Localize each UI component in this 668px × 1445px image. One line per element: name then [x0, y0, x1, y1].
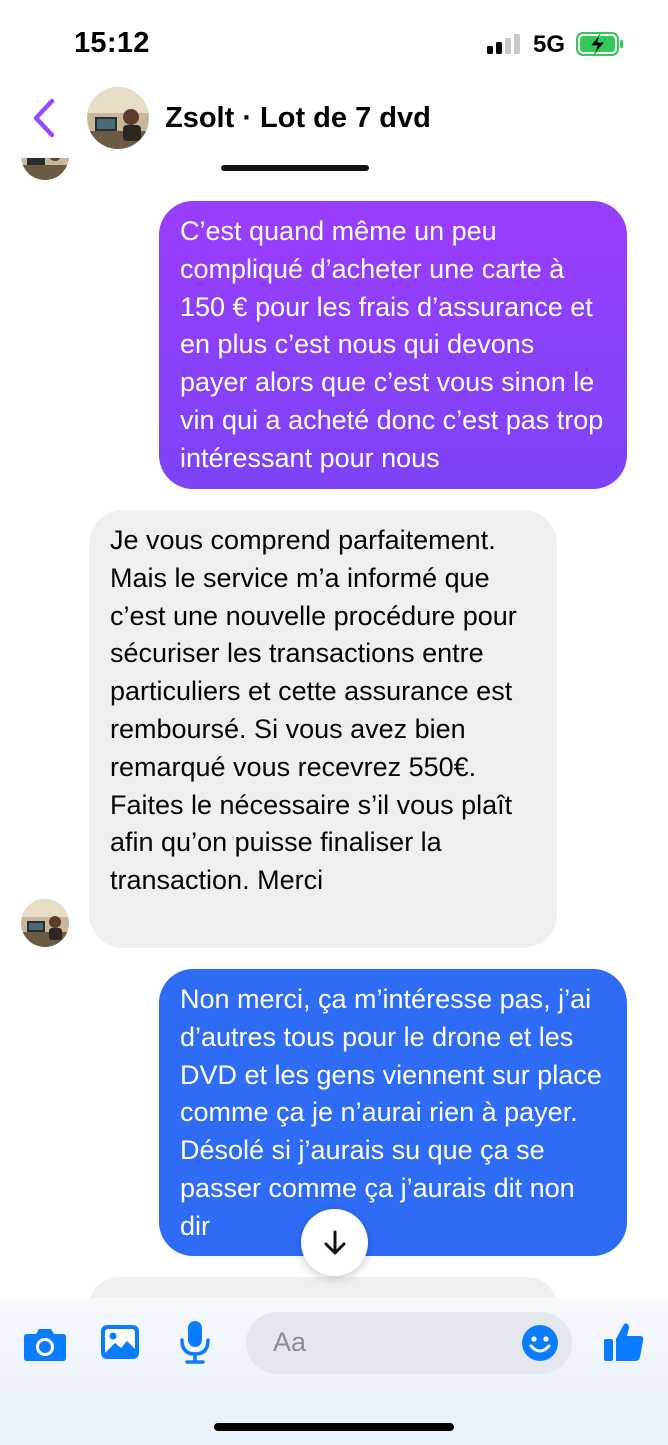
chevron-left-icon — [33, 98, 55, 138]
scroll-to-bottom-button[interactable] — [301, 1209, 368, 1276]
message-incoming[interactable]: Je vous comprend parfaitement. Mais le s… — [89, 510, 557, 948]
battery-charging-icon — [576, 32, 624, 56]
gallery-button[interactable] — [100, 1323, 140, 1361]
message-input-placeholder: Aa — [273, 1327, 307, 1357]
arrow-down-icon — [324, 1230, 345, 1254]
signal-icon — [487, 34, 523, 54]
like-button[interactable] — [603, 1321, 645, 1363]
status-bar: 15:12 5G — [0, 0, 668, 90]
camera-icon — [24, 1329, 66, 1361]
message-outgoing[interactable]: C’est quand même un peu compliqué d’ache… — [159, 201, 627, 489]
network-label: 5G — [533, 31, 566, 58]
emoji-icon — [522, 1325, 558, 1361]
message-outgoing[interactable]: Non merci, ça m’intéresse pas, j’ai d’au… — [159, 969, 627, 1256]
microphone-button[interactable] — [178, 1318, 212, 1366]
thumbs-up-icon — [604, 1323, 644, 1361]
sheet-handle — [221, 165, 369, 171]
message-composer: Aa — [0, 1298, 668, 1445]
camera-button[interactable] — [22, 1325, 68, 1363]
conversation-title[interactable]: Zsolt · Lot de 7 dvd — [165, 102, 431, 135]
home-indicator — [214, 1423, 454, 1431]
gallery-icon — [101, 1325, 139, 1359]
contact-avatar[interactable] — [87, 87, 149, 149]
message-input[interactable]: Aa — [246, 1312, 572, 1374]
status-time: 15:12 — [74, 27, 150, 59]
sender-avatar — [21, 899, 69, 947]
conversation-header: Zsolt · Lot de 7 dvd — [0, 82, 668, 158]
microphone-icon — [180, 1321, 210, 1364]
emoji-button[interactable] — [521, 1324, 559, 1362]
back-button[interactable] — [26, 96, 62, 140]
